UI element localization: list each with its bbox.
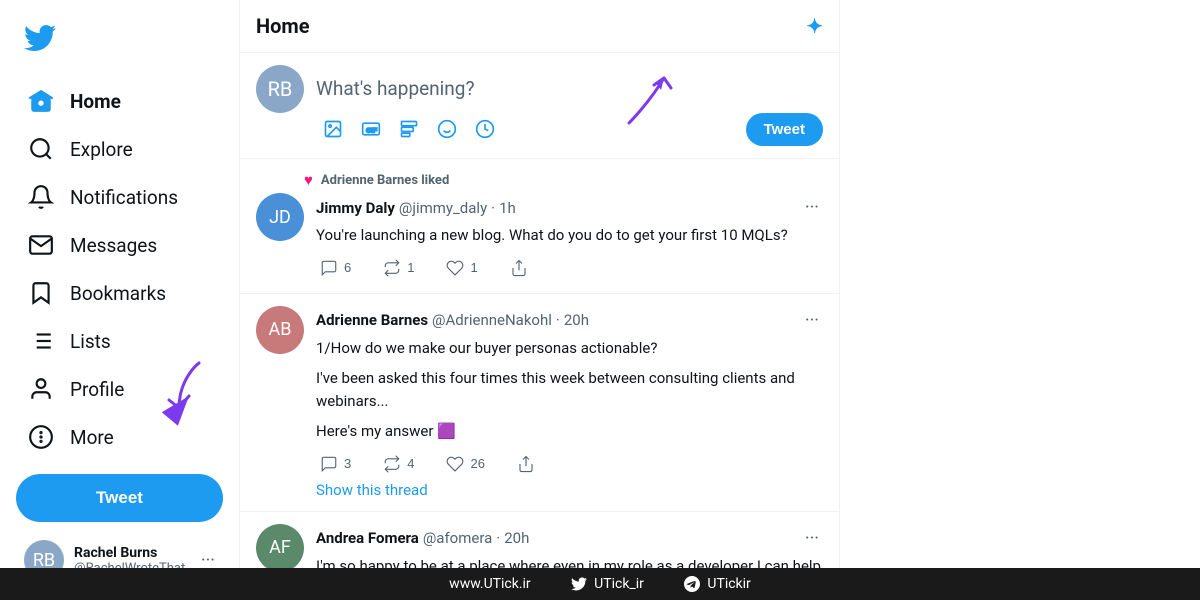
sidebar-item-notifications-label: Notifications bbox=[70, 186, 178, 209]
tweet-content: Adrienne Barnes @AdrienneNakohl · 20h ··… bbox=[316, 306, 823, 499]
lists-icon bbox=[28, 328, 54, 354]
compose-toolbar: GIF Tweet bbox=[316, 112, 823, 146]
tweet-user-info: Adrienne Barnes @AdrienneNakohl · 20h bbox=[316, 311, 589, 329]
show-thread-link[interactable]: Show this thread bbox=[316, 481, 823, 499]
main-feed: Home ✦ RB What's happening? GIF bbox=[240, 0, 840, 600]
tweet-actions: 6 1 1 bbox=[316, 255, 823, 281]
tweet-handle: @afomera bbox=[423, 529, 492, 547]
bookmarks-icon bbox=[28, 280, 54, 306]
tweet-content: Jimmy Daly @jimmy_daly · 1h ··· You're l… bbox=[316, 193, 823, 281]
liked-by-label: ♥ Adrienne Barnes liked bbox=[304, 171, 823, 189]
tweet-name: Adrienne Barnes bbox=[316, 311, 428, 329]
tweet-header: Andrea Fomera @afomera · 20h ··· bbox=[316, 524, 823, 553]
tweet-more-button[interactable]: ··· bbox=[801, 524, 823, 553]
reply-button[interactable]: 6 bbox=[316, 255, 355, 281]
twitter-logo[interactable] bbox=[16, 10, 223, 70]
messages-icon bbox=[28, 232, 54, 258]
tweet-header: Jimmy Daly @jimmy_daly · 1h ··· bbox=[316, 193, 823, 222]
tweet-time: 20h bbox=[564, 311, 589, 329]
more-icon bbox=[28, 424, 54, 450]
tweet-avatar: AF bbox=[256, 524, 304, 572]
compose-poll-button[interactable] bbox=[392, 112, 426, 146]
share-button[interactable] bbox=[513, 451, 539, 477]
sidebar-item-bookmarks-label: Bookmarks bbox=[70, 282, 166, 305]
profile-icon bbox=[28, 376, 54, 402]
heart-icon: ♥ bbox=[304, 171, 313, 189]
compose-box: RB What's happening? GIF bbox=[240, 53, 839, 159]
compose-tools: GIF bbox=[316, 112, 502, 146]
sidebar-item-home-label: Home bbox=[70, 90, 121, 113]
like-button[interactable]: 26 bbox=[442, 451, 488, 477]
liked-by-text: Adrienne Barnes liked bbox=[321, 173, 449, 188]
reply-count: 6 bbox=[344, 260, 351, 275]
tweet-card[interactable]: AB Adrienne Barnes @AdrienneNakohl · 20h… bbox=[240, 294, 839, 512]
tweet-text-3: Here's my answer 🟪 bbox=[316, 420, 823, 443]
sidebar-item-notifications[interactable]: Notifications bbox=[16, 174, 223, 220]
annotation-arrow-up bbox=[619, 63, 679, 133]
compose-gif-button[interactable]: GIF bbox=[354, 112, 388, 146]
retweet-button[interactable]: 1 bbox=[379, 255, 418, 281]
tweet-name: Jimmy Daly bbox=[316, 199, 395, 217]
tweet-user-info: Andrea Fomera @afomera · 20h bbox=[316, 529, 529, 547]
sidebar-user-name: Rachel Burns bbox=[74, 545, 201, 561]
tweet-main: AB Adrienne Barnes @AdrienneNakohl · 20h… bbox=[256, 306, 823, 499]
compose-emoji-button[interactable] bbox=[430, 112, 464, 146]
tweet-text: You're launching a new blog. What do you… bbox=[316, 224, 823, 247]
sidebar-item-explore[interactable]: Explore bbox=[16, 126, 223, 172]
sidebar-item-more-label: More bbox=[70, 426, 114, 449]
retweet-button[interactable]: 4 bbox=[379, 451, 418, 477]
tweet-user-info: Jimmy Daly @jimmy_daly · 1h bbox=[316, 199, 516, 217]
like-count: 26 bbox=[470, 456, 484, 471]
sidebar-item-messages[interactable]: Messages bbox=[16, 222, 223, 268]
tweet-card[interactable]: ♥ Adrienne Barnes liked JD Jimmy Daly @j… bbox=[240, 159, 839, 294]
watermark-bar: www.UTick.ir UTick_ir UTickir bbox=[0, 568, 1200, 600]
reply-count: 3 bbox=[344, 456, 351, 471]
svg-text:GIF: GIF bbox=[366, 127, 377, 134]
like-count: 1 bbox=[470, 260, 477, 275]
reply-button[interactable]: 3 bbox=[316, 451, 355, 477]
compose-schedule-button[interactable] bbox=[468, 112, 502, 146]
tweet-time: 20h bbox=[504, 529, 529, 547]
tweet-avatar: JD bbox=[256, 193, 304, 241]
compose-avatar: RB bbox=[256, 65, 304, 113]
annotation-arrow-down bbox=[159, 358, 219, 428]
sidebar: Home Explore Notifications Messages Book… bbox=[0, 0, 240, 600]
tweet-more-button[interactable]: ··· bbox=[801, 306, 823, 335]
sidebar-item-bookmarks[interactable]: Bookmarks bbox=[16, 270, 223, 316]
tweet-name: Andrea Fomera bbox=[316, 529, 419, 547]
retweet-count: 4 bbox=[407, 456, 414, 471]
compose-placeholder[interactable]: What's happening? bbox=[316, 65, 823, 104]
tweet-header: Adrienne Barnes @AdrienneNakohl · 20h ··… bbox=[316, 306, 823, 335]
tweet-actions: 3 4 26 bbox=[316, 451, 823, 477]
sidebar-item-home[interactable]: Home bbox=[16, 78, 223, 124]
home-icon bbox=[28, 88, 54, 114]
main-header: Home ✦ bbox=[240, 0, 839, 53]
watermark-website: www.UTick.ir bbox=[449, 576, 531, 592]
tweet-handle: @AdrienneNakohl bbox=[432, 311, 552, 329]
tweet-avatar: AB bbox=[256, 306, 304, 354]
sidebar-item-explore-label: Explore bbox=[70, 138, 133, 161]
watermark-telegram: UTickir bbox=[684, 576, 751, 592]
sidebar-item-profile-label: Profile bbox=[70, 378, 124, 401]
like-button[interactable]: 1 bbox=[442, 255, 481, 281]
sidebar-item-lists-label: Lists bbox=[70, 330, 111, 353]
sparkle-icon[interactable]: ✦ bbox=[806, 14, 823, 38]
explore-icon bbox=[28, 136, 54, 162]
watermark-twitter: UTick_ir bbox=[571, 576, 644, 592]
tweet-more-button[interactable]: ··· bbox=[801, 193, 823, 222]
retweet-count: 1 bbox=[407, 260, 414, 275]
compose-right: What's happening? GIF bbox=[316, 65, 823, 146]
tweet-text-1: 1/How do we make our buyer personas acti… bbox=[316, 337, 823, 360]
notifications-icon bbox=[28, 184, 54, 210]
compose-image-button[interactable] bbox=[316, 112, 350, 146]
tweet-handle: @jimmy_daly bbox=[399, 199, 487, 217]
tweet-text-2: I've been asked this four times this wee… bbox=[316, 367, 823, 412]
share-button[interactable] bbox=[506, 255, 532, 281]
tweet-time: 1h bbox=[499, 199, 516, 217]
tweet-main: JD Jimmy Daly @jimmy_daly · 1h ··· You'r… bbox=[256, 193, 823, 281]
compose-tweet-button[interactable]: Tweet bbox=[746, 113, 823, 146]
sidebar-item-messages-label: Messages bbox=[70, 234, 157, 257]
sidebar-tweet-button[interactable]: Tweet bbox=[16, 474, 223, 522]
page-title: Home bbox=[256, 14, 310, 38]
